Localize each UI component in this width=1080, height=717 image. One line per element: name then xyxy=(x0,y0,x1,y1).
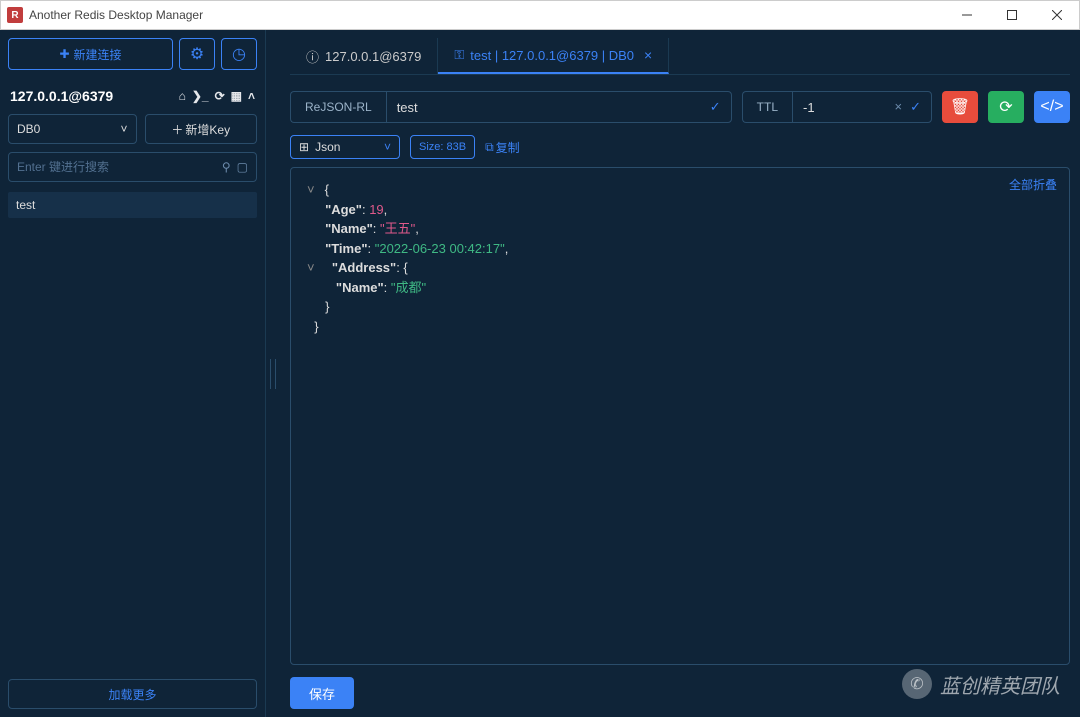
log-button[interactable]: ◷ xyxy=(221,38,257,70)
add-key-label: 新增Key xyxy=(185,121,230,138)
chevron-up-icon[interactable]: ˄ xyxy=(248,89,255,103)
key-name-input[interactable]: test ✓ xyxy=(386,91,732,123)
new-connection-label: 新建连接 xyxy=(74,46,122,63)
tab-connection-info[interactable]: ⓘ 127.0.0.1@6379 xyxy=(290,38,438,74)
settings-button[interactable]: ⚙ xyxy=(179,38,215,70)
code-button[interactable]: </> xyxy=(1034,91,1070,123)
trash-icon: 🗑 xyxy=(950,97,970,117)
clock-icon: ◷ xyxy=(232,44,246,64)
resize-handle[interactable] xyxy=(266,30,280,717)
chevron-down-icon: ˅ xyxy=(120,122,127,136)
search-icon[interactable]: ⚲ xyxy=(222,160,231,174)
key-icon: ⚿ xyxy=(454,47,464,63)
close-button[interactable] xyxy=(1034,1,1079,30)
chevron-down-icon: ˅ xyxy=(384,140,391,154)
delete-button[interactable]: 🗑 xyxy=(942,91,978,123)
plus-icon: ＋ xyxy=(171,121,183,138)
view-mode-label: Json xyxy=(315,140,340,154)
add-key-button[interactable]: ＋ 新增Key xyxy=(145,114,258,144)
view-mode-select[interactable]: ⊞ Json ˅ xyxy=(290,135,400,159)
maximize-button[interactable] xyxy=(989,1,1034,30)
copy-icon: ⧉ xyxy=(485,140,494,155)
app-icon: R xyxy=(7,7,23,23)
check-icon[interactable]: ✓ xyxy=(910,99,921,115)
main-panel: ⓘ 127.0.0.1@6379 ⚿ test | 127.0.0.1@6379… xyxy=(280,30,1080,717)
json-viewer[interactable]: 全部折叠 ˅ { "Age": 19, "Name": "王五", "Time"… xyxy=(290,167,1070,665)
grid-icon[interactable]: ▦ xyxy=(231,89,242,103)
load-more-button[interactable]: 加载更多 xyxy=(8,679,257,709)
terminal-icon[interactable]: ❯_ xyxy=(192,89,209,103)
tab-label: 127.0.0.1@6379 xyxy=(325,49,421,64)
home-icon[interactable]: ⌂ xyxy=(179,89,186,103)
key-list: test xyxy=(8,192,257,671)
plus-circle-icon: ✚ xyxy=(59,47,69,61)
search-row: ⚲ ▢ xyxy=(8,152,257,182)
connection-header[interactable]: 127.0.0.1@6379 ⌂ ❯_ ⟳ ▦ ˄ xyxy=(8,84,257,114)
search-input[interactable] xyxy=(9,160,214,174)
key-type-badge: ReJSON-RL xyxy=(290,91,386,123)
connection-name: 127.0.0.1@6379 xyxy=(10,88,113,104)
new-connection-button[interactable]: ✚ 新建连接 xyxy=(8,38,173,70)
refresh-button[interactable]: ⟳ xyxy=(988,91,1024,123)
title-bar: R Another Redis Desktop Manager xyxy=(0,0,1080,30)
copy-button[interactable]: ⧉ 复制 xyxy=(485,139,520,156)
watermark: ✆ 蓝创精英团队 xyxy=(902,669,1060,699)
ttl-label: TTL xyxy=(742,91,792,123)
refresh-icon[interactable]: ⟳ xyxy=(215,89,225,103)
key-item[interactable]: test xyxy=(8,192,257,218)
tabs: ⓘ 127.0.0.1@6379 ⚿ test | 127.0.0.1@6379… xyxy=(290,38,1070,75)
window-title: Another Redis Desktop Manager xyxy=(29,8,944,22)
sidebar: ✚ 新建连接 ⚙ ◷ 127.0.0.1@6379 ⌂ ❯_ ⟳ ▦ ˄ DB0 xyxy=(0,30,266,717)
tree-icon: ⊞ xyxy=(299,140,309,154)
close-icon[interactable]: × xyxy=(644,47,652,63)
json-content: ˅ { "Age": 19, "Name": "王五", "Time": "20… xyxy=(307,180,1053,336)
watermark-text: 蓝创精英团队 xyxy=(940,670,1060,699)
tab-label: test | 127.0.0.1@6379 | DB0 xyxy=(470,48,634,63)
code-icon: </> xyxy=(1040,98,1063,116)
key-name-label: test xyxy=(397,100,418,115)
refresh-icon: ⟳ xyxy=(999,97,1012,117)
tab-key-test[interactable]: ⚿ test | 127.0.0.1@6379 | DB0 × xyxy=(438,38,669,74)
db-selected-label: DB0 xyxy=(17,122,40,136)
ttl-value-label: -1 xyxy=(803,100,815,115)
check-icon[interactable]: ✓ xyxy=(710,99,721,115)
clear-icon[interactable]: × xyxy=(895,99,903,115)
collapse-all-button[interactable]: 全部折叠 xyxy=(1009,176,1057,194)
copy-label: 复制 xyxy=(496,139,520,156)
filter-icon[interactable]: ▢ xyxy=(237,160,248,174)
size-badge: Size: 83B xyxy=(410,135,475,159)
minimize-button[interactable] xyxy=(944,1,989,30)
ttl-input[interactable]: -1 × ✓ xyxy=(792,91,932,123)
save-button[interactable]: 保存 xyxy=(290,677,354,709)
db-select[interactable]: DB0 ˅ xyxy=(8,114,137,144)
gear-icon: ⚙ xyxy=(190,44,204,64)
wechat-icon: ✆ xyxy=(902,669,932,699)
info-icon: ⓘ xyxy=(306,47,319,66)
